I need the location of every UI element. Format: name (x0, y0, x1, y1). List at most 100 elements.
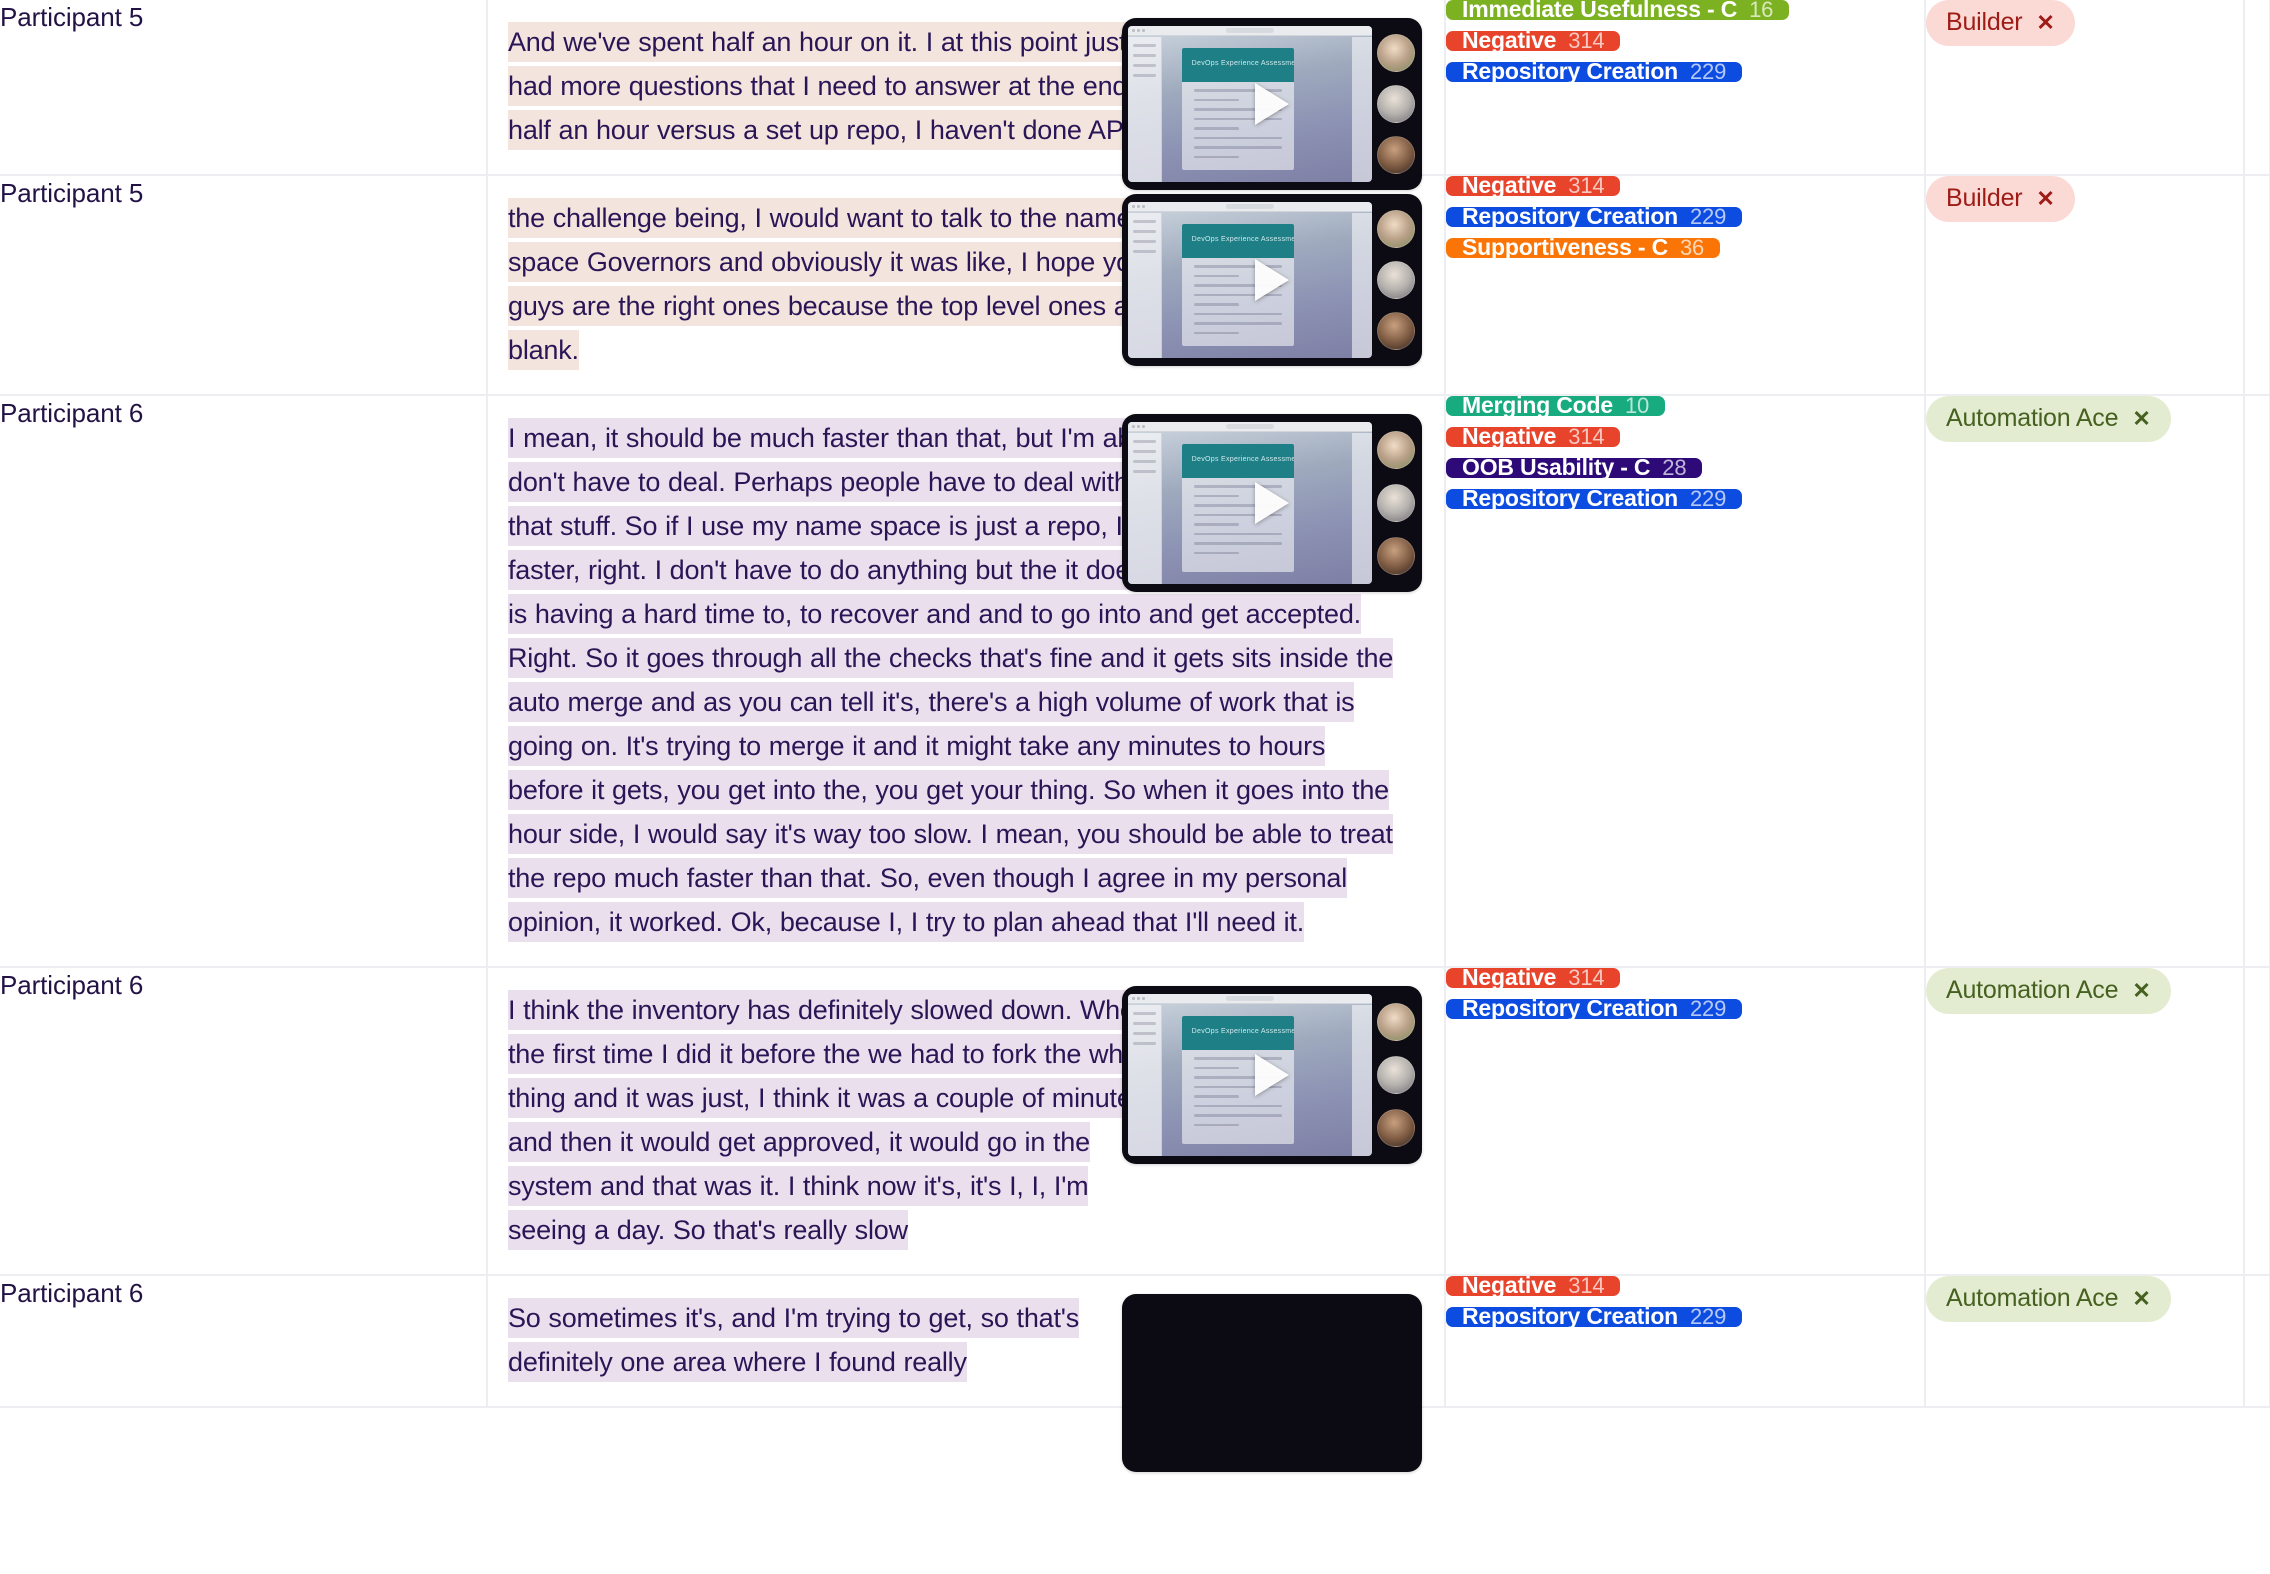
persona-chip[interactable]: Automation Ace ✕ (1926, 968, 2171, 1014)
participant-cell: Participant 6 (0, 1275, 488, 1408)
quote-cell: I think the inventory has definitely slo… (487, 967, 1446, 1276)
quote-cell: I mean, it should be much faster than th… (487, 395, 1446, 968)
capture-right-rail (1352, 213, 1372, 358)
persona-cell: Automation Ace ✕ (1925, 1275, 2245, 1408)
table-row: Participant 5 And we've spent half an ho… (0, 0, 2270, 190)
quote-cell: And we've spent half an hour on it. I at… (487, 0, 1446, 190)
tag-pill[interactable]: Supportiveness - C 36 (1446, 236, 1721, 259)
quote-wrapper: I mean, it should be much faster than th… (488, 396, 1444, 966)
tag-pill[interactable]: Negative 314 (1446, 966, 1621, 989)
persona-chip[interactable]: Automation Ace ✕ (1926, 1276, 2171, 1322)
avatar (1377, 1108, 1415, 1147)
tags-cell: Negative 314 Repository Creation 229 (1445, 1274, 1926, 1408)
quote-text[interactable]: And we've spent half an hour on it. I at… (508, 20, 1168, 152)
tag-pill[interactable]: OOB Usability - C 28 (1446, 456, 1703, 479)
tag-row: Repository Creation 229 (1446, 60, 1924, 93)
tag-pill[interactable]: Negative 314 (1446, 425, 1621, 448)
table-body: Participant 5 And we've spent half an ho… (0, 0, 2270, 1472)
address-bar (1225, 204, 1275, 209)
window-controls (1132, 205, 1145, 208)
capture-right-rail (1352, 1005, 1372, 1156)
quote-highlight: the challenge being, I would want to tal… (508, 198, 1152, 370)
video-thumbnail[interactable]: DevOps Experience Assessment (1122, 194, 1422, 366)
play-icon[interactable] (1255, 259, 1289, 301)
tag-pill[interactable]: Repository Creation 229 (1446, 60, 1743, 83)
quote-highlight: So sometimes it's, and I'm trying to get… (508, 1298, 1079, 1382)
quote-cell: So sometimes it's, and I'm trying to get… (487, 1275, 1446, 1472)
tag-pill[interactable]: Repository Creation 229 (1446, 997, 1743, 1020)
tag-row: Supportiveness - C 36 (1446, 236, 1924, 269)
capture-document-title: DevOps Experience Assessment (1181, 48, 1294, 82)
tags-cell: Negative 314 Repository Creation 229 Support… (1445, 174, 1926, 396)
tag-pill[interactable]: Negative 314 (1446, 174, 1621, 197)
persona-cell: Automation Ace ✕ (1925, 967, 2245, 1276)
row-spacer (2244, 967, 2270, 1276)
tag-row: Repository Creation 229 (1446, 487, 1924, 520)
video-screen-capture: DevOps Experience Assessment (1128, 994, 1372, 1156)
play-icon[interactable] (1255, 83, 1289, 125)
participant-avatars (1374, 424, 1418, 582)
remove-persona-icon[interactable]: ✕ (2132, 979, 2150, 1002)
capture-document-title: DevOps Experience Assessment (1181, 224, 1294, 258)
capture-sidebar (1128, 433, 1163, 584)
tag-pill[interactable]: Repository Creation 229 (1446, 1305, 1743, 1328)
quote-highlight: And we've spent half an hour on it. I at… (508, 22, 1157, 150)
tag-pill[interactable]: Negative 314 (1446, 1274, 1621, 1297)
video-thumbnail[interactable]: DevOps Experience Assessment (1122, 414, 1422, 592)
persona-label: Automation Ace (1946, 404, 2119, 432)
persona-chip[interactable]: Builder ✕ (1926, 0, 2075, 46)
quote-text[interactable]: I think the inventory has definitely slo… (508, 988, 1168, 1252)
persona-label: Builder (1946, 8, 2023, 36)
quote-text[interactable]: the challenge being, I would want to tal… (508, 196, 1168, 372)
tag-pill[interactable]: Repository Creation 229 (1446, 205, 1743, 228)
address-bar (1225, 28, 1275, 33)
row-spacer (2244, 1275, 2270, 1408)
video-thumbnail[interactable]: DevOps Experience Assessment (1122, 18, 1422, 190)
remove-persona-icon[interactable]: ✕ (2132, 407, 2150, 430)
quote-wrapper: And we've spent half an hour on it. I at… (488, 0, 1444, 190)
capture-document-title: DevOps Experience Assessment (1181, 1016, 1294, 1050)
window-controls (1132, 29, 1145, 32)
avatar (1377, 431, 1415, 470)
row-spacer (2244, 175, 2270, 396)
participant-avatars (1374, 28, 1418, 180)
persona-label: Automation Ace (1946, 976, 2119, 1004)
persona-chip[interactable]: Builder ✕ (1926, 176, 2075, 222)
tag-pill[interactable]: Immediate Usefulness - C 16 (1446, 0, 1790, 21)
quote-cell: the challenge being, I would want to tal… (487, 175, 1446, 396)
capture-sidebar (1128, 37, 1163, 182)
capture-right-rail (1352, 37, 1372, 182)
tags-cell: Merging Code 10 Negative 314 OOB Usability -… (1445, 394, 1926, 968)
quote-text[interactable]: So sometimes it's, and I'm trying to get… (508, 1296, 1168, 1384)
transcript-coding-table: Participant 5 And we've spent half an ho… (0, 0, 2270, 1574)
tag-pill[interactable]: Negative 314 (1446, 29, 1621, 52)
persona-label: Automation Ace (1946, 1284, 2119, 1312)
play-icon[interactable] (1255, 482, 1289, 524)
tag-row: Repository Creation 229 (1446, 1305, 1924, 1338)
remove-persona-icon[interactable]: ✕ (2036, 187, 2054, 210)
tag-row: Repository Creation 229 (1446, 997, 1924, 1030)
quote-wrapper: I think the inventory has definitely slo… (488, 968, 1444, 1274)
participant-cell: Participant 5 (0, 0, 488, 176)
video-thumbnail[interactable]: DevOps Experience Assessment (1122, 1294, 1422, 1472)
quote-wrapper: the challenge being, I would want to tal… (488, 176, 1444, 394)
tag-pill[interactable]: Repository Creation 229 (1446, 487, 1743, 510)
address-bar (1225, 996, 1275, 1001)
capture-sidebar (1128, 1005, 1163, 1156)
participant-cell: Participant 5 (0, 175, 488, 396)
remove-persona-icon[interactable]: ✕ (2036, 11, 2054, 34)
capture-document-title: DevOps Experience Assessment (1181, 444, 1294, 478)
video-screen-capture: DevOps Experience Assessment (1128, 26, 1372, 182)
persona-cell: Builder ✕ (1925, 0, 2245, 176)
tags-cell: Immediate Usefulness - C 16 Negative 314 Rep… (1445, 0, 1926, 176)
tags-cell: Negative 314 Repository Creation 229 (1445, 966, 1926, 1276)
remove-persona-icon[interactable]: ✕ (2132, 1287, 2150, 1310)
capture-right-rail (1352, 433, 1372, 584)
table-row: Participant 6 I mean, it should be much … (0, 394, 2270, 968)
participant-name: Participant 5 (0, 2, 144, 32)
play-icon[interactable] (1255, 1054, 1289, 1096)
participant-name: Participant 5 (0, 178, 144, 208)
video-thumbnail[interactable]: DevOps Experience Assessment (1122, 986, 1422, 1164)
tag-pill[interactable]: Merging Code 10 (1446, 394, 1666, 417)
persona-chip[interactable]: Automation Ace ✕ (1926, 396, 2171, 442)
